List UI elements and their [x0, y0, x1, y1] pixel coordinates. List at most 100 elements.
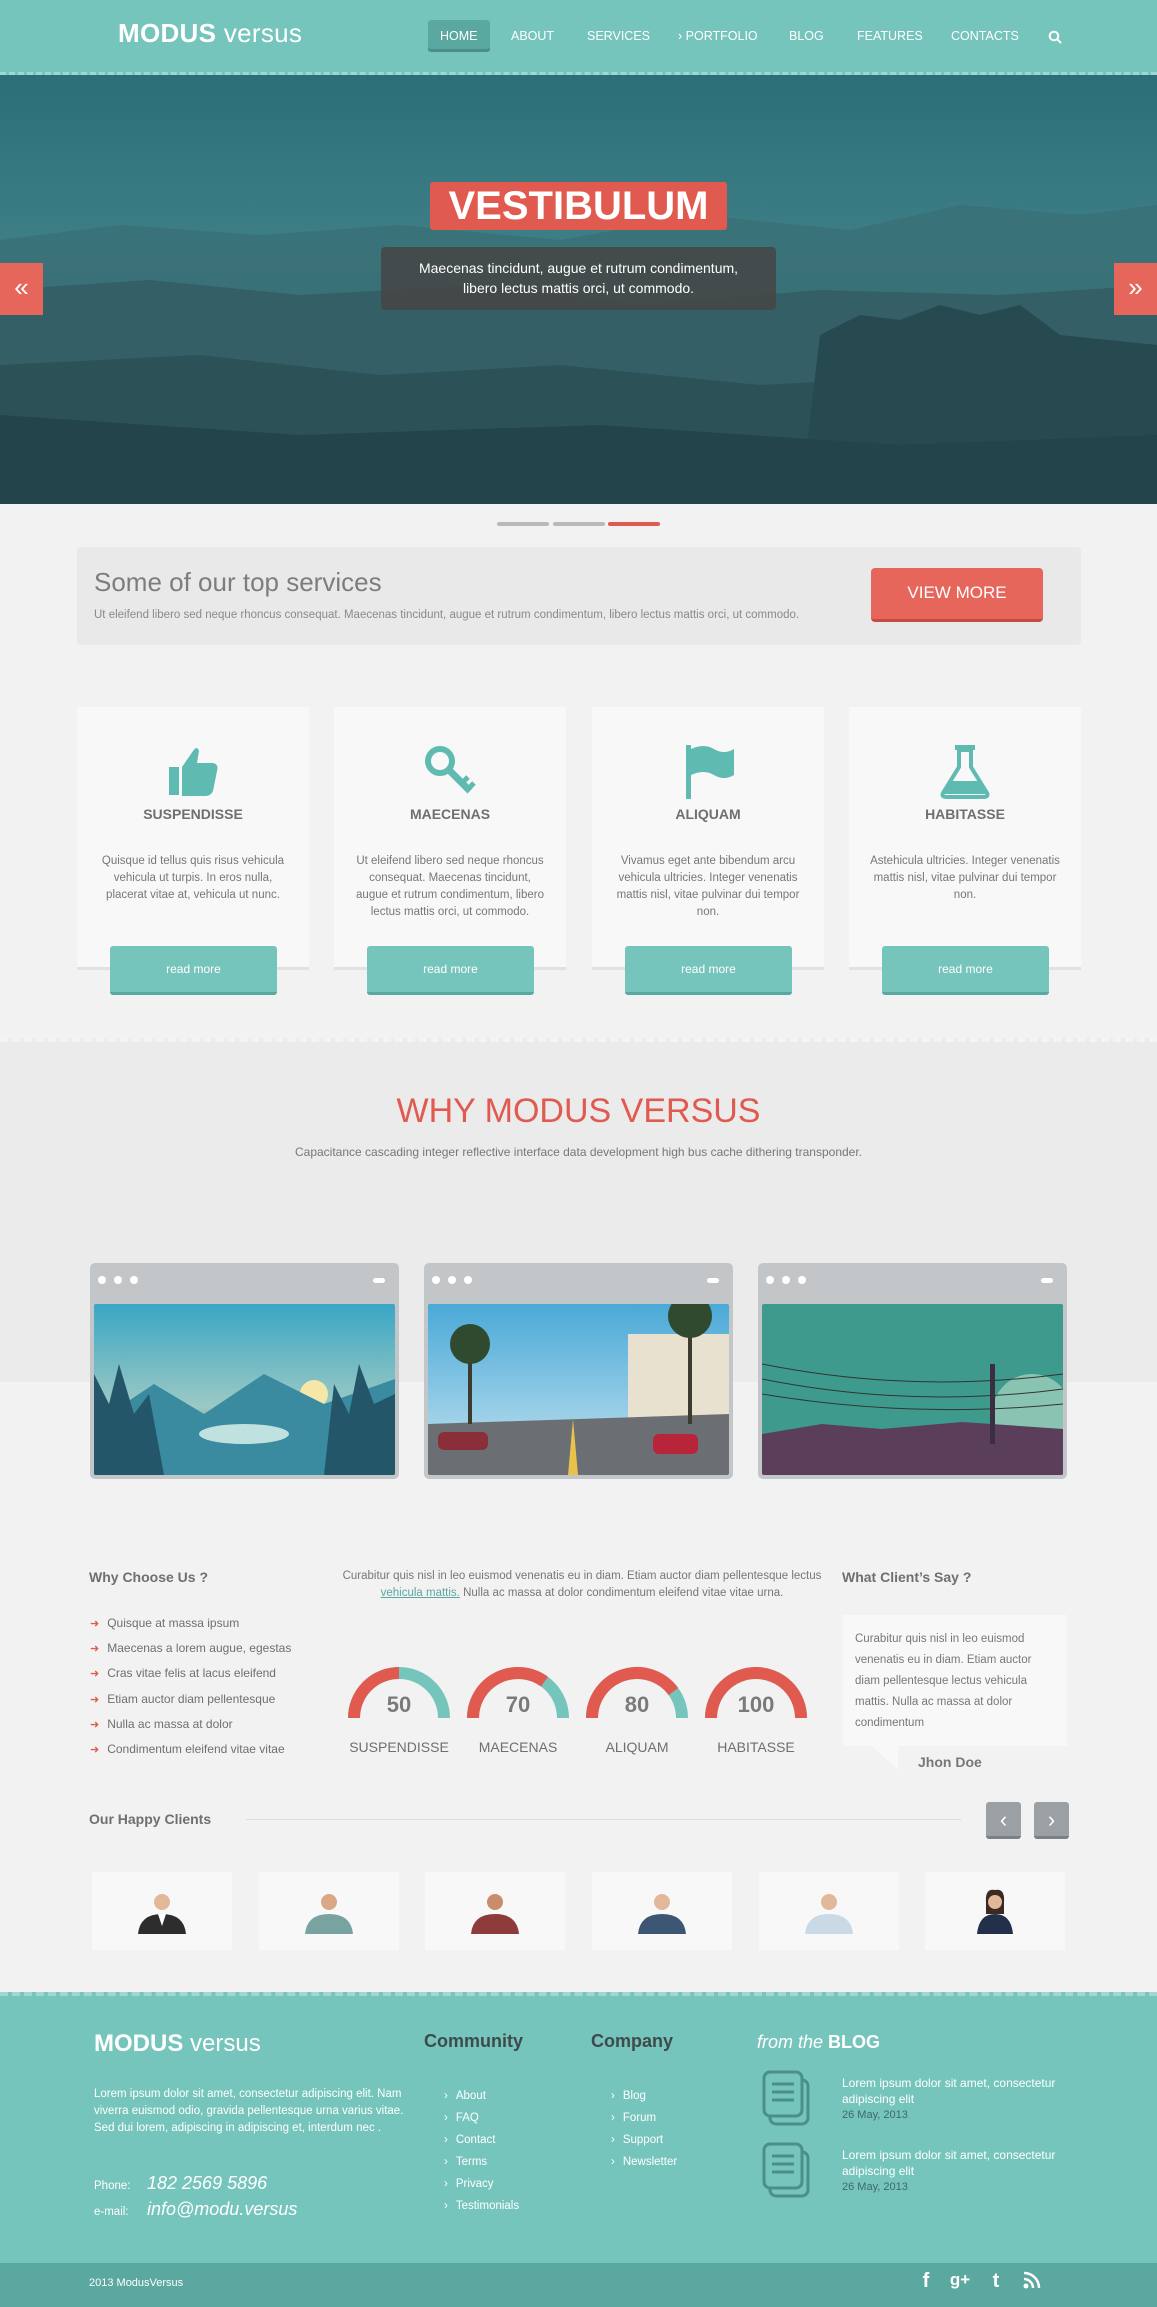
gauge-habitasse: 100	[704, 1666, 808, 1722]
footer-link-blog[interactable]: Blog	[611, 2090, 646, 2102]
window-dot	[464, 1276, 472, 1284]
blog-post-date: 26 May, 2013	[842, 2181, 908, 2193]
blog-heading: from the BLOG	[757, 2032, 880, 2053]
why-subtitle: Capacitance cascading integer reflective…	[294, 1145, 863, 1159]
facebook-icon[interactable]: f	[914, 2270, 938, 2294]
blog-post-title[interactable]: Lorem ipsum dolor sit amet, consectetur …	[842, 2147, 1072, 2179]
client-avatar-3[interactable]	[425, 1872, 565, 1950]
footer-link-forum[interactable]: Forum	[611, 2112, 656, 2124]
footer-link-contact[interactable]: Contact	[444, 2134, 496, 2146]
window-minimize-icon	[373, 1278, 385, 1283]
footer-link-privacy[interactable]: Privacy	[444, 2178, 494, 2190]
view-more-button[interactable]: VIEW MORE	[871, 568, 1043, 622]
footer-link-testimonials[interactable]: Testimonials	[444, 2200, 519, 2212]
nav-services[interactable]: SERVICES	[575, 20, 662, 52]
read-more-button[interactable]: read more	[882, 946, 1049, 995]
read-more-button[interactable]: read more	[110, 946, 277, 995]
search-icon[interactable]	[1036, 20, 1074, 52]
nav-home[interactable]: HOME	[428, 20, 490, 52]
read-more-button[interactable]: read more	[367, 946, 534, 995]
blog-post-date: 26 May, 2013	[842, 2109, 908, 2121]
flag-icon	[686, 745, 734, 799]
service-card-title: MAECENAS	[409, 806, 491, 822]
twitter-icon[interactable]: t	[984, 2270, 1008, 2294]
portfolio-window-1[interactable]	[90, 1263, 399, 1479]
service-card-suspendisse: SUSPENDISSE Quisque id tellus quis risus…	[77, 707, 309, 970]
client-avatar-1[interactable]	[92, 1872, 232, 1950]
list-item: Quisque at massa ipsum	[90, 1616, 239, 1630]
stats-link[interactable]: vehicula mattis.	[381, 1587, 460, 1599]
slider-next-button[interactable]: »	[1114, 263, 1157, 315]
footer-logo[interactable]: MODUS versus	[94, 2030, 261, 2058]
footer-link-support[interactable]: Support	[611, 2134, 663, 2146]
list-item: Etiam auctor diam pellentesque	[90, 1692, 275, 1706]
slider-dot-1[interactable]	[497, 522, 549, 526]
nav-about[interactable]: ABOUT	[499, 20, 566, 52]
list-item: Condimentum eleifend vitae vitae	[90, 1742, 284, 1756]
speech-tail	[872, 1746, 898, 1770]
slider-dot-2[interactable]	[553, 522, 605, 526]
email-label: e-mail:	[94, 2206, 129, 2218]
divider	[246, 1819, 961, 1820]
window-dot	[766, 1276, 774, 1284]
testimonial-author: Jhon Doe	[918, 1754, 982, 1770]
service-card-title: ALIQUAM	[675, 806, 741, 822]
client-avatar-6[interactable]	[925, 1872, 1065, 1950]
footer-link-terms[interactable]: Terms	[444, 2156, 487, 2168]
email-value[interactable]: info@modu.versus	[147, 2199, 297, 2220]
service-card-aliquam: ALIQUAM Vivamus eget ante bibendum arcu …	[592, 707, 824, 970]
list-item: Maecenas a lorem augue, egestas	[90, 1641, 291, 1655]
hero-subtitle-line1: Maecenas tincidunt, augue et rutrum cond…	[418, 260, 739, 276]
clients-next-button[interactable]: ›	[1034, 1802, 1069, 1839]
client-avatar-2[interactable]	[259, 1872, 399, 1950]
portfolio-window-2[interactable]	[424, 1263, 733, 1479]
stats-text-before: Curabitur quis nisl in leo euismod venen…	[342, 1570, 822, 1582]
blog-heading-prefix: from the	[757, 2032, 824, 2052]
services-banner: Some of our top services Ut eleifend lib…	[77, 547, 1081, 645]
why-choose-heading: Why Choose Us ?	[89, 1569, 209, 1585]
gauge-value: 50	[386, 1692, 412, 1717]
avatar	[138, 1894, 186, 1934]
hero-title: VESTIBULUM	[430, 182, 727, 230]
document-icon	[762, 2142, 810, 2198]
phone-value[interactable]: 182 2569 5896	[147, 2173, 267, 2194]
slider-prev-button[interactable]: «	[0, 263, 43, 315]
service-card-title: HABITASSE	[925, 806, 1005, 822]
nav-portfolio[interactable]: › PORTFOLIO	[666, 20, 770, 52]
client-avatar-4[interactable]	[592, 1872, 732, 1950]
footer-link-newsletter[interactable]: Newsletter	[611, 2156, 677, 2168]
gauge-suspendisse: 50	[347, 1666, 451, 1722]
read-more-button[interactable]: read more	[625, 946, 792, 995]
avatar	[471, 1894, 519, 1934]
google-plus-icon[interactable]: g+	[948, 2270, 972, 2294]
rss-icon[interactable]	[1020, 2270, 1044, 2294]
avatar	[977, 1889, 1013, 1934]
clients-heading: Our Happy Clients	[89, 1811, 212, 1827]
service-card-maecenas: MAECENAS Ut eleifend libero sed neque rh…	[334, 707, 566, 970]
hero-slider: VESTIBULUM Maecenas tincidunt, augue et …	[0, 75, 1157, 504]
client-avatar-5[interactable]	[759, 1872, 899, 1950]
service-card-habitasse: HABITASSE Astehicula ultricies. Integer …	[849, 707, 1081, 970]
service-card-title: SUSPENDISSE	[143, 806, 243, 822]
nav-blog[interactable]: BLOG	[777, 20, 836, 52]
power-lines-image	[762, 1304, 1063, 1475]
logo[interactable]: MODUS versus	[118, 18, 302, 49]
gauge-value: 70	[505, 1692, 531, 1717]
footer-link-about[interactable]: About	[444, 2090, 486, 2102]
nav-contacts[interactable]: CONTACTS	[939, 20, 1031, 52]
window-minimize-icon	[707, 1278, 719, 1283]
stats-text: Curabitur quis nisl in leo euismod venen…	[342, 1568, 822, 1602]
clients-prev-button[interactable]: ‹	[986, 1802, 1021, 1839]
gauge-label: ALIQUAM	[605, 1739, 669, 1755]
nav-features[interactable]: FEATURES	[845, 20, 935, 52]
gauge-value: 80	[624, 1692, 650, 1717]
testimonial-text: Curabitur quis nisl in leo euismod venen…	[855, 1633, 1032, 1729]
service-card-text: Ut eleifend libero sed neque rhoncus con…	[356, 855, 544, 918]
footer-link-faq[interactable]: FAQ	[444, 2112, 479, 2124]
slider-dot-3-active[interactable]	[608, 522, 660, 526]
window-dot	[432, 1276, 440, 1284]
copyright: 2013 ModusVersus	[89, 2277, 184, 2289]
community-heading: Community	[424, 2031, 523, 2051]
blog-post-title[interactable]: Lorem ipsum dolor sit amet, consectetur …	[842, 2075, 1072, 2107]
portfolio-window-3[interactable]	[758, 1263, 1067, 1479]
